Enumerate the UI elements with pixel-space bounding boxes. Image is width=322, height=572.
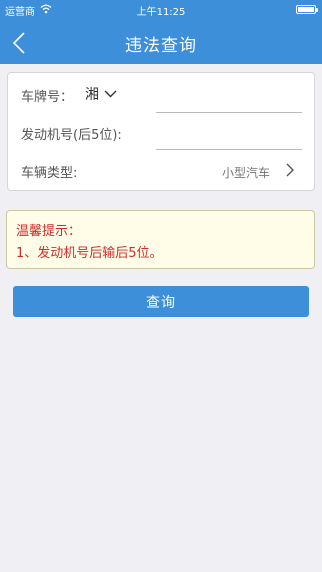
plate-number-input[interactable] xyxy=(156,85,302,113)
status-bar: 运营商 上午11:25 xyxy=(0,0,322,20)
tips-title: 温馨提示： xyxy=(16,224,82,239)
query-form: 车牌号： 湘 发动机号(后5位): 车辆类型: 小型汽车 xyxy=(7,72,315,191)
page-title: 违法查询 xyxy=(125,36,197,56)
plate-label: 车牌号： xyxy=(21,90,74,105)
tips-box: 温馨提示： 1、发动机号后输后5位。 xyxy=(6,210,315,269)
nav-bar: 违法查询 xyxy=(0,20,322,64)
vehicle-type-select[interactable]: 小型汽车 xyxy=(222,164,270,181)
chevron-right-icon[interactable] xyxy=(286,163,294,177)
tips-line: 1、发动机号后输后5位。 xyxy=(16,246,163,261)
plate-prefix-select[interactable]: 湘 xyxy=(85,84,99,104)
chevron-down-icon[interactable] xyxy=(104,90,117,98)
header: 运营商 上午11:25 违法查询 xyxy=(0,0,322,64)
engine-label: 发动机号(后5位): xyxy=(21,128,122,143)
query-button[interactable]: 查询 xyxy=(13,286,309,317)
battery-icon xyxy=(296,5,318,14)
vehicle-type-label: 车辆类型: xyxy=(21,166,78,181)
engine-number-input[interactable] xyxy=(156,122,302,150)
clock: 上午11:25 xyxy=(136,7,186,18)
